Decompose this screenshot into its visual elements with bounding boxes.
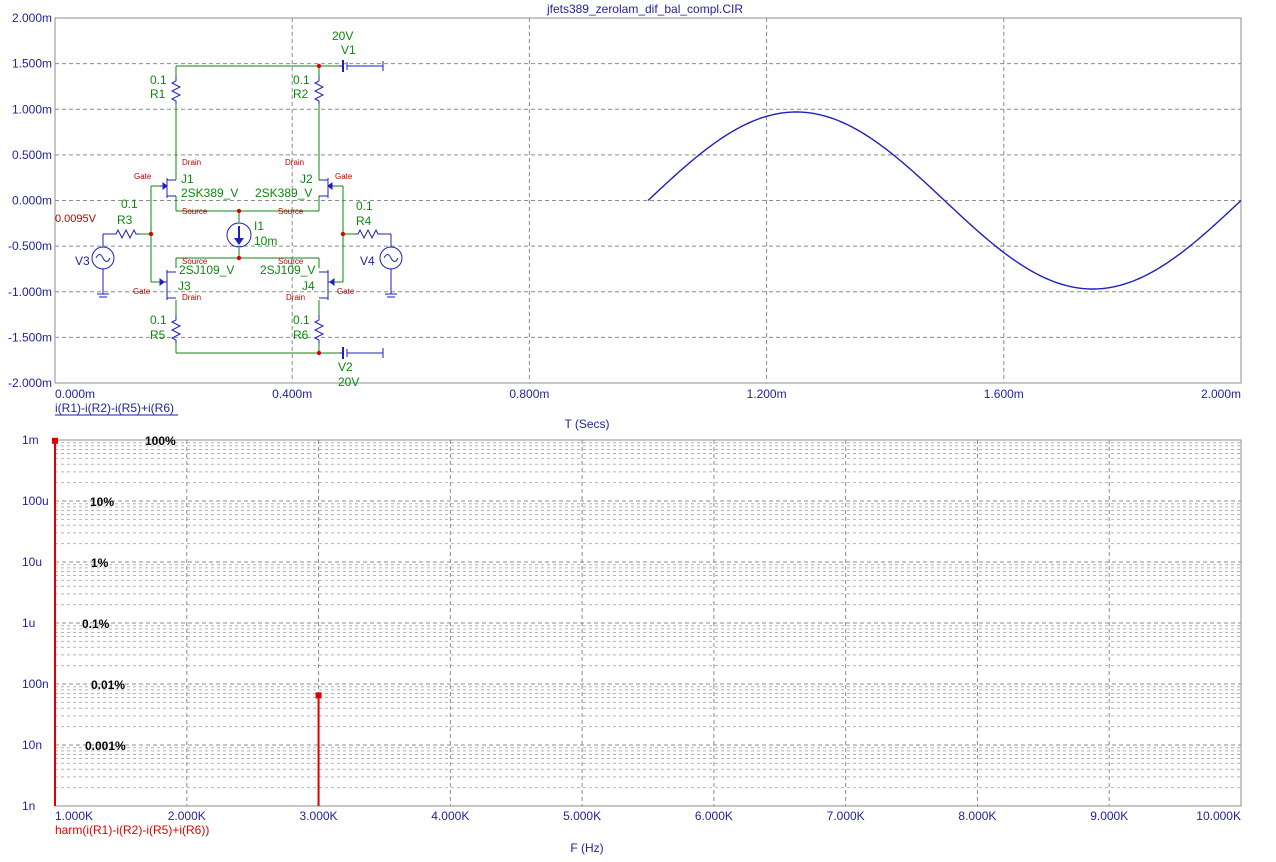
time-x-tick-label: 2.000m [1201,387,1241,401]
v3-name: V3 [75,254,90,268]
j3-name: J3 [178,279,191,293]
time-y-tick-label: 0.000m [12,194,52,208]
r6-name: R6 [293,328,309,342]
r2-name: R2 [293,87,309,101]
harm-y-tick-label: 100n [22,677,49,691]
percent-label: 100% [145,434,176,448]
plot-window: jfets389_zerolam_dif_bal_compl.CIR 2.000… [0,0,1276,862]
r4-value: 0.1 [356,199,373,213]
j1-gate-pin: Gate [134,172,152,181]
v1-name: V1 [341,43,356,57]
time-y-tick-label: 1.000m [12,102,52,116]
percent-label: 0.1% [82,617,110,631]
percent-label: 0.001% [85,739,126,753]
harm-y-tick-label: 1n [22,799,35,813]
harm-x-tick-label: 3.000K [300,809,338,823]
time-trace-expression[interactable]: i(R1)-i(R2)-i(R5)+i(R6) [55,401,174,415]
harm-y-tick-label: 10u [22,555,42,569]
r5-name: R5 [150,328,166,342]
harm-y-tick-label: 1u [22,616,35,630]
r1-name: R1 [150,87,166,101]
time-y-tick-label: -2.000m [8,376,52,390]
harm-x-tick-label: 7.000K [827,809,865,823]
time-y-tick-label: -1.500m [8,330,52,344]
i1-value: 10m [254,234,277,248]
harmonic-marker [52,437,58,444]
j4-drain-pin: Drain [286,293,305,302]
r3-value: 0.1 [121,197,138,211]
j2-drain-pin: Drain [285,158,304,167]
time-x-tick-label: 0.000m [55,387,95,401]
harm-x-tick-label: 8.000K [958,809,996,823]
time-y-tick-label: 0.500m [12,148,52,162]
j4-name: J4 [302,279,315,293]
j4-gate-pin: Gate [337,287,355,296]
j3-source-pin: Source [182,257,208,266]
j1-model: 2SK389_V [181,186,238,200]
r3-name: R3 [117,213,133,227]
harm-x-tick-label: 10.000K [1196,809,1241,823]
j2-source-pin: Source [278,207,304,216]
v1-value: 20V [332,29,353,43]
j1-source-pin: Source [182,207,208,216]
harm-y-tick-label: 100u [22,494,49,508]
j4-source-pin: Source [278,257,304,266]
j1-drain-pin: Drain [182,158,201,167]
harm-x-tick-label: 1.000K [55,809,93,823]
harm-x-tick-label: 5.000K [563,809,601,823]
r6-value: 0.1 [293,313,310,327]
r5-value: 0.1 [150,313,167,327]
time-y-tick-label: -0.500m [8,239,52,253]
time-y-tick-label: 2.000m [12,11,52,25]
time-axis-label: T (Secs) [564,417,609,431]
r4-name: R4 [356,214,372,228]
time-y-tick-label: -1.000m [8,285,52,299]
percent-label: 0.01% [91,678,125,692]
harmonic-trace-expression[interactable]: harm(i(R1)-i(R2)-i(R5)+i(R6)) [55,823,209,837]
harm-x-tick-label: 4.000K [431,809,469,823]
r2-value: 0.1 [293,73,310,87]
time-plot-y-tick-labels: 2.000m 1.500m 1.000m 0.500m 0.000m -0.500m -1.… [8,11,52,390]
harmonic-marker [315,692,322,699]
harm-x-tick-label: 6.000K [695,809,733,823]
j3-gate-pin: Gate [133,287,151,296]
r1-value: 0.1 [150,73,167,87]
node-voltage-label: 0.0095V [55,213,97,225]
j1-name: J1 [181,172,194,186]
v2-value: 20V [338,375,359,389]
time-x-tick-label: 0.800m [509,387,549,401]
time-x-tick-label: 1.200m [747,387,787,401]
harm-y-tick-label: 1m [22,433,39,447]
harm-y-tick-label: 10n [22,738,42,752]
j3-drain-pin: Drain [182,293,201,302]
v4-name: V4 [360,254,375,268]
time-y-tick-label: 1.500m [12,57,52,71]
harm-x-tick-label: 2.000K [168,809,206,823]
v2-name: V2 [338,360,353,374]
j2-name: J2 [300,172,313,186]
plot-title: jfets389_zerolam_dif_bal_compl.CIR [546,2,743,16]
percent-label: 1% [91,556,109,570]
time-x-tick-label: 0.400m [272,387,312,401]
j2-gate-pin: Gate [335,172,353,181]
i1-name: I1 [254,219,264,233]
percent-label: 10% [90,495,114,509]
frequency-axis-label: F (Hz) [570,841,603,855]
harm-x-tick-label: 9.000K [1090,809,1128,823]
j2-model: 2SK389_V [255,186,312,200]
time-x-tick-label: 1.600m [984,387,1024,401]
